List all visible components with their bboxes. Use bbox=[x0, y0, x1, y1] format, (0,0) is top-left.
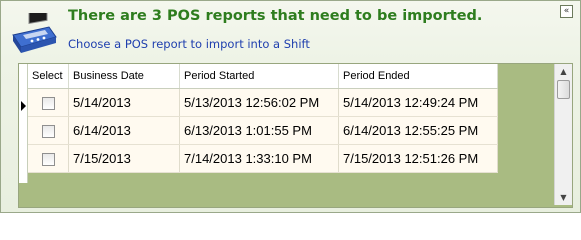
period-started-cell[interactable]: 7/14/2013 1:33:10 PM bbox=[179, 144, 339, 173]
column-header-period-ended[interactable]: Period Ended bbox=[338, 64, 498, 89]
pos-reports-table: Select Business Date Period Started Peri… bbox=[28, 64, 498, 173]
business-date-cell[interactable]: 5/14/2013 bbox=[68, 88, 180, 117]
scroll-up-icon[interactable]: ▲ bbox=[555, 64, 572, 79]
column-header-period-started[interactable]: Period Started bbox=[179, 64, 339, 89]
page-title: There are 3 POS reports that need to be … bbox=[68, 8, 483, 24]
period-started-cell[interactable]: 6/13/2013 1:01:55 PM bbox=[179, 116, 339, 145]
collapse-button[interactable]: « bbox=[560, 5, 573, 18]
period-ended-cell[interactable]: 5/14/2013 12:49:24 PM bbox=[338, 88, 498, 117]
table-header-row: Select Business Date Period Started Peri… bbox=[28, 64, 498, 89]
pos-reports-grid: Select Business Date Period Started Peri… bbox=[18, 63, 573, 208]
vertical-scrollbar[interactable]: ▲ ▼ bbox=[554, 64, 572, 205]
period-started-cell[interactable]: 5/13/2013 12:56:02 PM bbox=[179, 88, 339, 117]
business-date-cell[interactable]: 7/15/2013 bbox=[68, 144, 180, 173]
table-row[interactable]: 6/14/2013 6/13/2013 1:01:55 PM 6/14/2013… bbox=[28, 116, 498, 145]
select-cell[interactable] bbox=[28, 88, 69, 117]
scrollbar-thumb[interactable] bbox=[557, 80, 570, 99]
select-cell[interactable] bbox=[28, 144, 69, 173]
column-header-business-date[interactable]: Business Date bbox=[68, 64, 180, 89]
scroll-down-icon[interactable]: ▼ bbox=[555, 190, 572, 205]
row-header-column bbox=[19, 64, 28, 183]
select-checkbox[interactable] bbox=[41, 97, 55, 111]
period-ended-cell[interactable]: 7/15/2013 12:51:26 PM bbox=[338, 144, 498, 173]
cash-register-icon bbox=[12, 13, 57, 53]
select-checkbox[interactable] bbox=[41, 153, 55, 167]
instruction-link[interactable]: Choose a POS report to import into a Shi… bbox=[68, 37, 310, 51]
business-date-cell[interactable]: 6/14/2013 bbox=[68, 116, 180, 145]
select-cell[interactable] bbox=[28, 116, 69, 145]
period-ended-cell[interactable]: 6/14/2013 12:55:25 PM bbox=[338, 116, 498, 145]
table-row[interactable]: 7/15/2013 7/14/2013 1:33:10 PM 7/15/2013… bbox=[28, 144, 498, 173]
column-header-select[interactable]: Select bbox=[28, 64, 69, 89]
table-row[interactable]: 5/14/2013 5/13/2013 12:56:02 PM 5/14/201… bbox=[28, 88, 498, 117]
current-row-indicator-icon bbox=[21, 101, 26, 111]
select-checkbox[interactable] bbox=[41, 125, 55, 139]
pos-import-panel: There are 3 POS reports that need to be … bbox=[0, 0, 581, 213]
